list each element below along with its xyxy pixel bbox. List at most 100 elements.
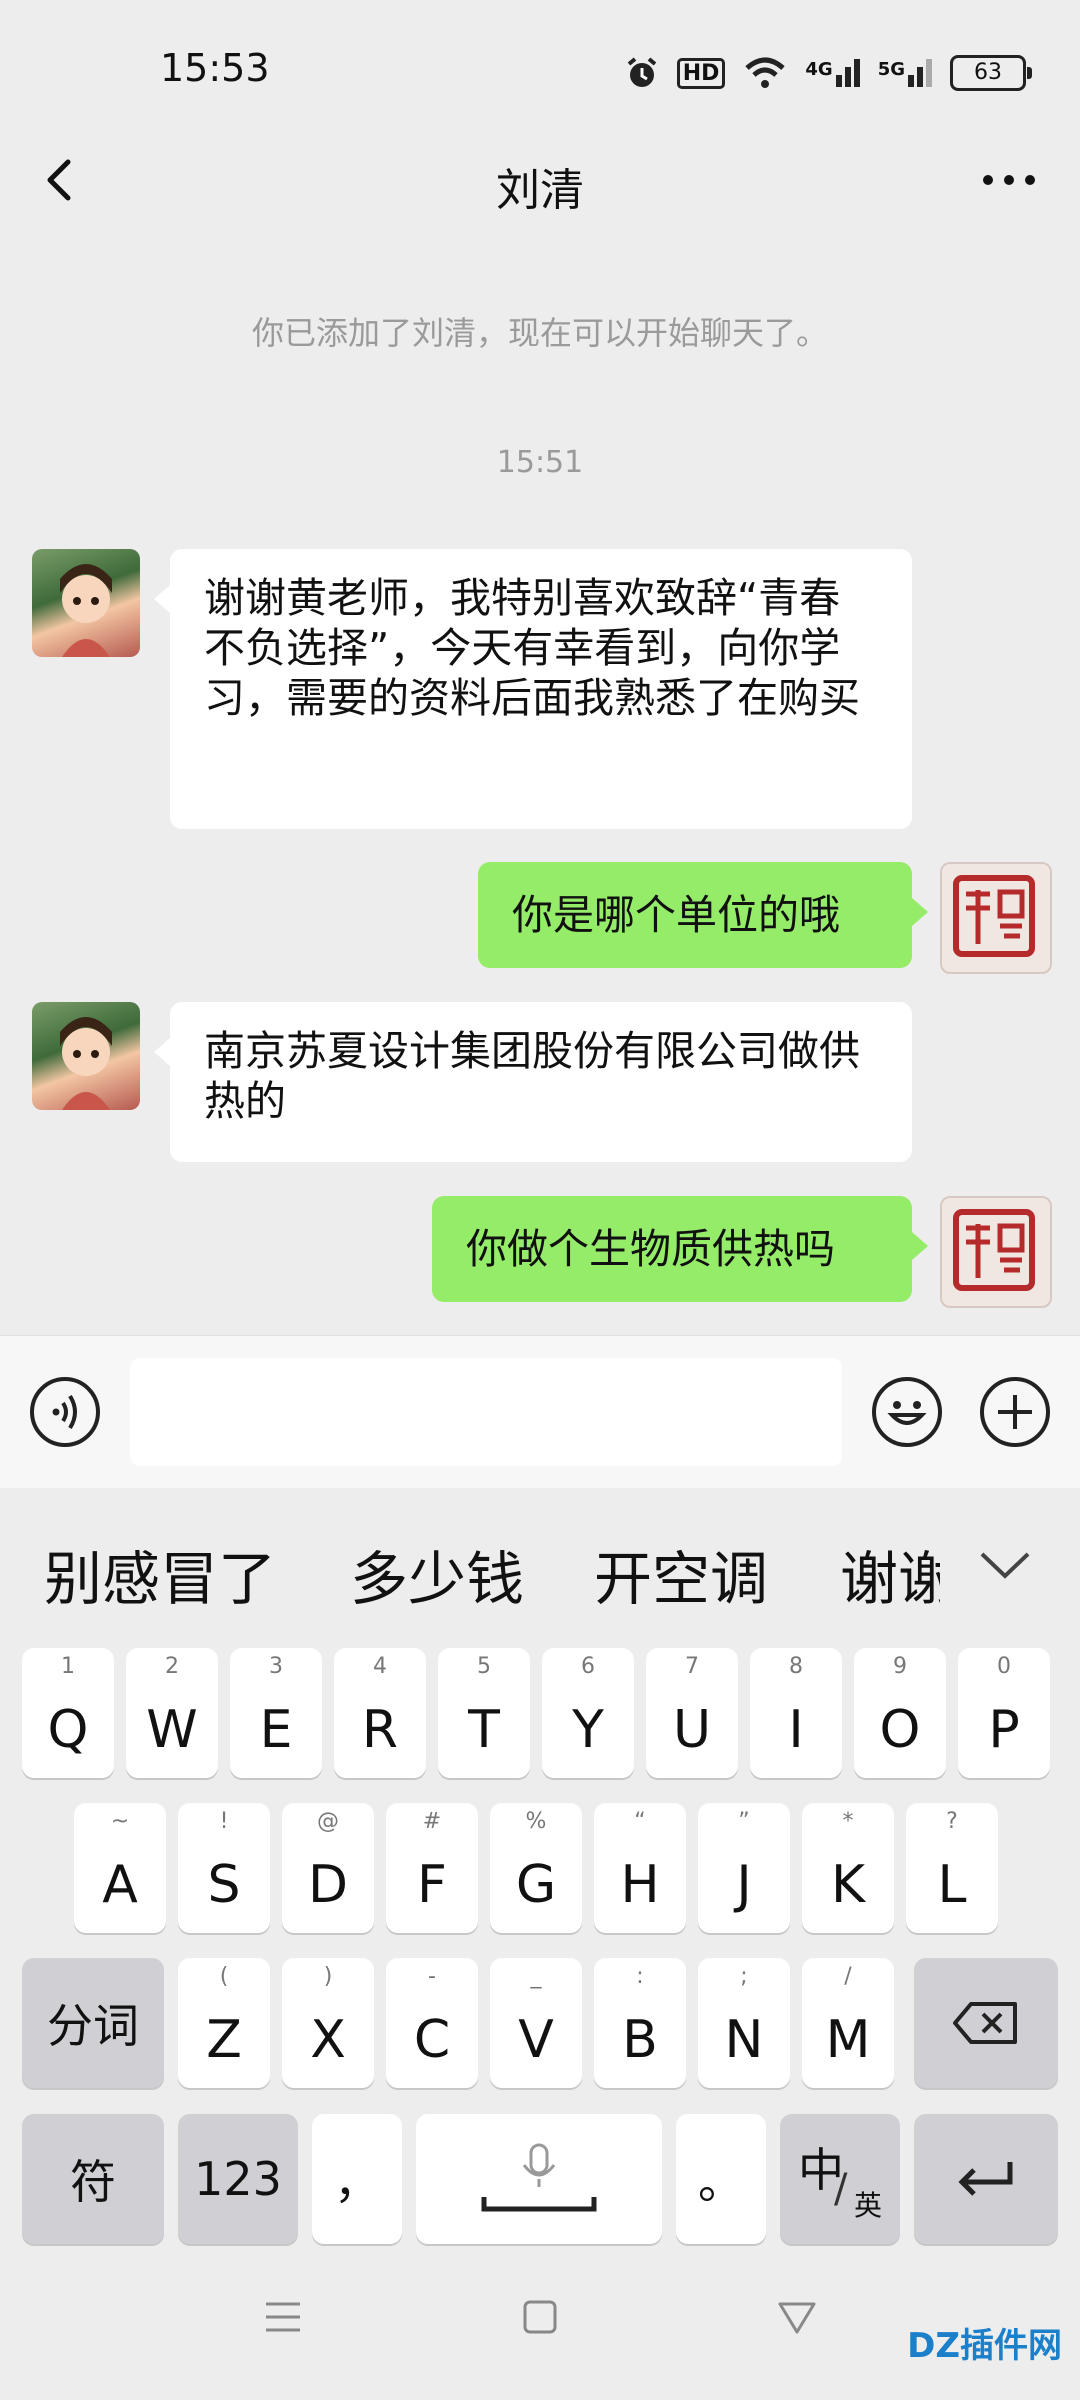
enter-icon [958,2162,1013,2196]
key-z[interactable]: (Z [178,1958,270,2088]
key-label: Z [206,2010,242,2070]
home-square-icon[interactable] [515,2292,565,2342]
key-c[interactable]: -C [386,1958,478,2088]
status-icons: HD 4G 5G 63 [625,50,1032,96]
more-button[interactable] [974,150,1044,210]
voice-icon [52,1394,77,1430]
key-m[interactable]: / M [802,1958,894,2088]
key-d[interactable]: @ D [282,1803,374,1933]
enter-key[interactable] [914,2114,1058,2244]
suggestion-item[interactable]: 多少钱 [350,1532,524,1616]
key-label: W [146,1700,198,1760]
more-functions-button[interactable] [980,1377,1050,1447]
key-hint: 4 [373,1654,387,1679]
number-key[interactable]: 123 [178,2114,298,2244]
key-h[interactable]: “H [594,1803,686,1933]
key-label: G [515,1855,557,1915]
key-label: N [724,2010,764,2070]
split-word-key[interactable]: 分词 [22,1958,164,2088]
contact-avatar[interactable] [32,549,140,657]
key-k[interactable]: * K [802,1803,894,1933]
key-q[interactable]: 1Q [22,1648,114,1778]
key-g[interactable]: % G [490,1803,582,1933]
key-hint: 3 [269,1654,283,1679]
key-hint: 9 [893,1654,907,1679]
key-s[interactable]: ! S [178,1803,270,1933]
key-t[interactable]: 5T [438,1648,530,1778]
key-hint: ? [946,1809,958,1834]
backspace-key[interactable] [914,1958,1058,2088]
key-w[interactable]: 2W [126,1648,218,1778]
watermark: DZ插件网 [907,2326,1062,2366]
key-label: O [879,1700,921,1760]
voice-button[interactable] [30,1377,100,1447]
key-o[interactable]: 9O [854,1648,946,1778]
key-v[interactable]: _ V [490,1958,582,2088]
key-label: C [413,2010,451,2070]
key-u[interactable]: 7U [646,1648,738,1778]
comma-key[interactable]: ， [312,2114,402,2244]
system-message: 你已添加了刘清，现在可以开始聊天了。 [251,314,828,352]
message-bubble-incoming[interactable]: 南京苏夏设计集团股份有限公司做供热的 [154,1002,912,1162]
key-a[interactable]: ~ A [74,1803,166,1933]
key-label: E [259,1700,293,1760]
key-e[interactable]: 3E [230,1648,322,1778]
key-hint: - [428,1964,436,1989]
key-label: S [207,1855,241,1915]
key-hint: “ [634,1809,646,1834]
key-hint: @ [317,1809,339,1834]
key-label: L [937,1855,967,1915]
key-l[interactable]: ? L [906,1803,998,1933]
signal-4g-icon: 4G [805,59,860,87]
space-key[interactable] [416,2114,662,2244]
battery-icon: 63 [950,55,1032,91]
key-p[interactable]: 0P [958,1648,1050,1778]
key-label: P [988,1700,1020,1760]
key-x[interactable]: ) X [282,1958,374,2088]
key-hint: 6 [581,1654,595,1679]
key-hint: 8 [789,1654,803,1679]
key-hint: / [844,1964,852,1989]
avatar-image [60,1017,112,1110]
alarm-icon [627,57,656,87]
key-hint: ~ [110,1809,130,1834]
back-triangle-icon[interactable] [772,2292,822,2342]
key-r[interactable]: 4R [334,1648,426,1778]
key-label: U [672,1700,712,1760]
key-y[interactable]: 6Y [542,1648,634,1778]
key-label: Y [572,1700,604,1760]
period-key[interactable]: 。 [676,2114,766,2244]
menu-icon[interactable] [258,2292,308,2342]
status-bar: 15:53 HD 4G 5G 63 [0,0,1080,120]
key-hint: ” [738,1809,750,1834]
key-f[interactable]: # F [386,1803,478,1933]
contact-avatar[interactable] [32,1002,140,1110]
wifi-icon [745,57,786,88]
suggestion-item[interactable]: 开空调 [594,1532,768,1616]
collapse-suggestions-button[interactable] [970,1530,1040,1600]
message-input[interactable] [130,1358,842,1466]
key-label: K [830,1855,866,1915]
message-bubble-incoming[interactable]: 谢谢黄老师，我特别喜欢致辞“青春不负选择”，今天有幸看到，向你学习，需要的资料后… [154,549,912,829]
key-j[interactable]: ” J [698,1803,790,1933]
emoji-button[interactable] [872,1377,942,1447]
key-hint: ; [740,1964,748,1989]
status-time: 15:53 [160,46,270,90]
self-avatar[interactable] [940,1196,1052,1308]
message-bubble-outgoing[interactable]: 你做个生物质供热吗 [432,1196,928,1302]
message-bubble-outgoing[interactable]: 你是哪个单位的哦 [478,862,928,968]
key-hint: 2 [165,1654,179,1679]
self-avatar[interactable] [940,862,1052,974]
suggestion-item[interactable]: 谢谢 [840,1532,940,1616]
suggestion-item[interactable]: 别感冒了 [44,1532,276,1616]
key-hint: : [636,1964,644,1989]
key-label: Q [47,1700,89,1760]
symbol-key[interactable]: 符 [22,2114,164,2244]
key-i[interactable]: 8I [750,1648,842,1778]
key-b[interactable]: :B [594,1958,686,2088]
more-dots-icon [983,175,1035,185]
key-n[interactable]: ; N [698,1958,790,2088]
hd-icon: HD [676,57,726,89]
language-switch-key[interactable]: 中 / 英 [780,2114,900,2244]
key-label: V [518,2010,554,2070]
